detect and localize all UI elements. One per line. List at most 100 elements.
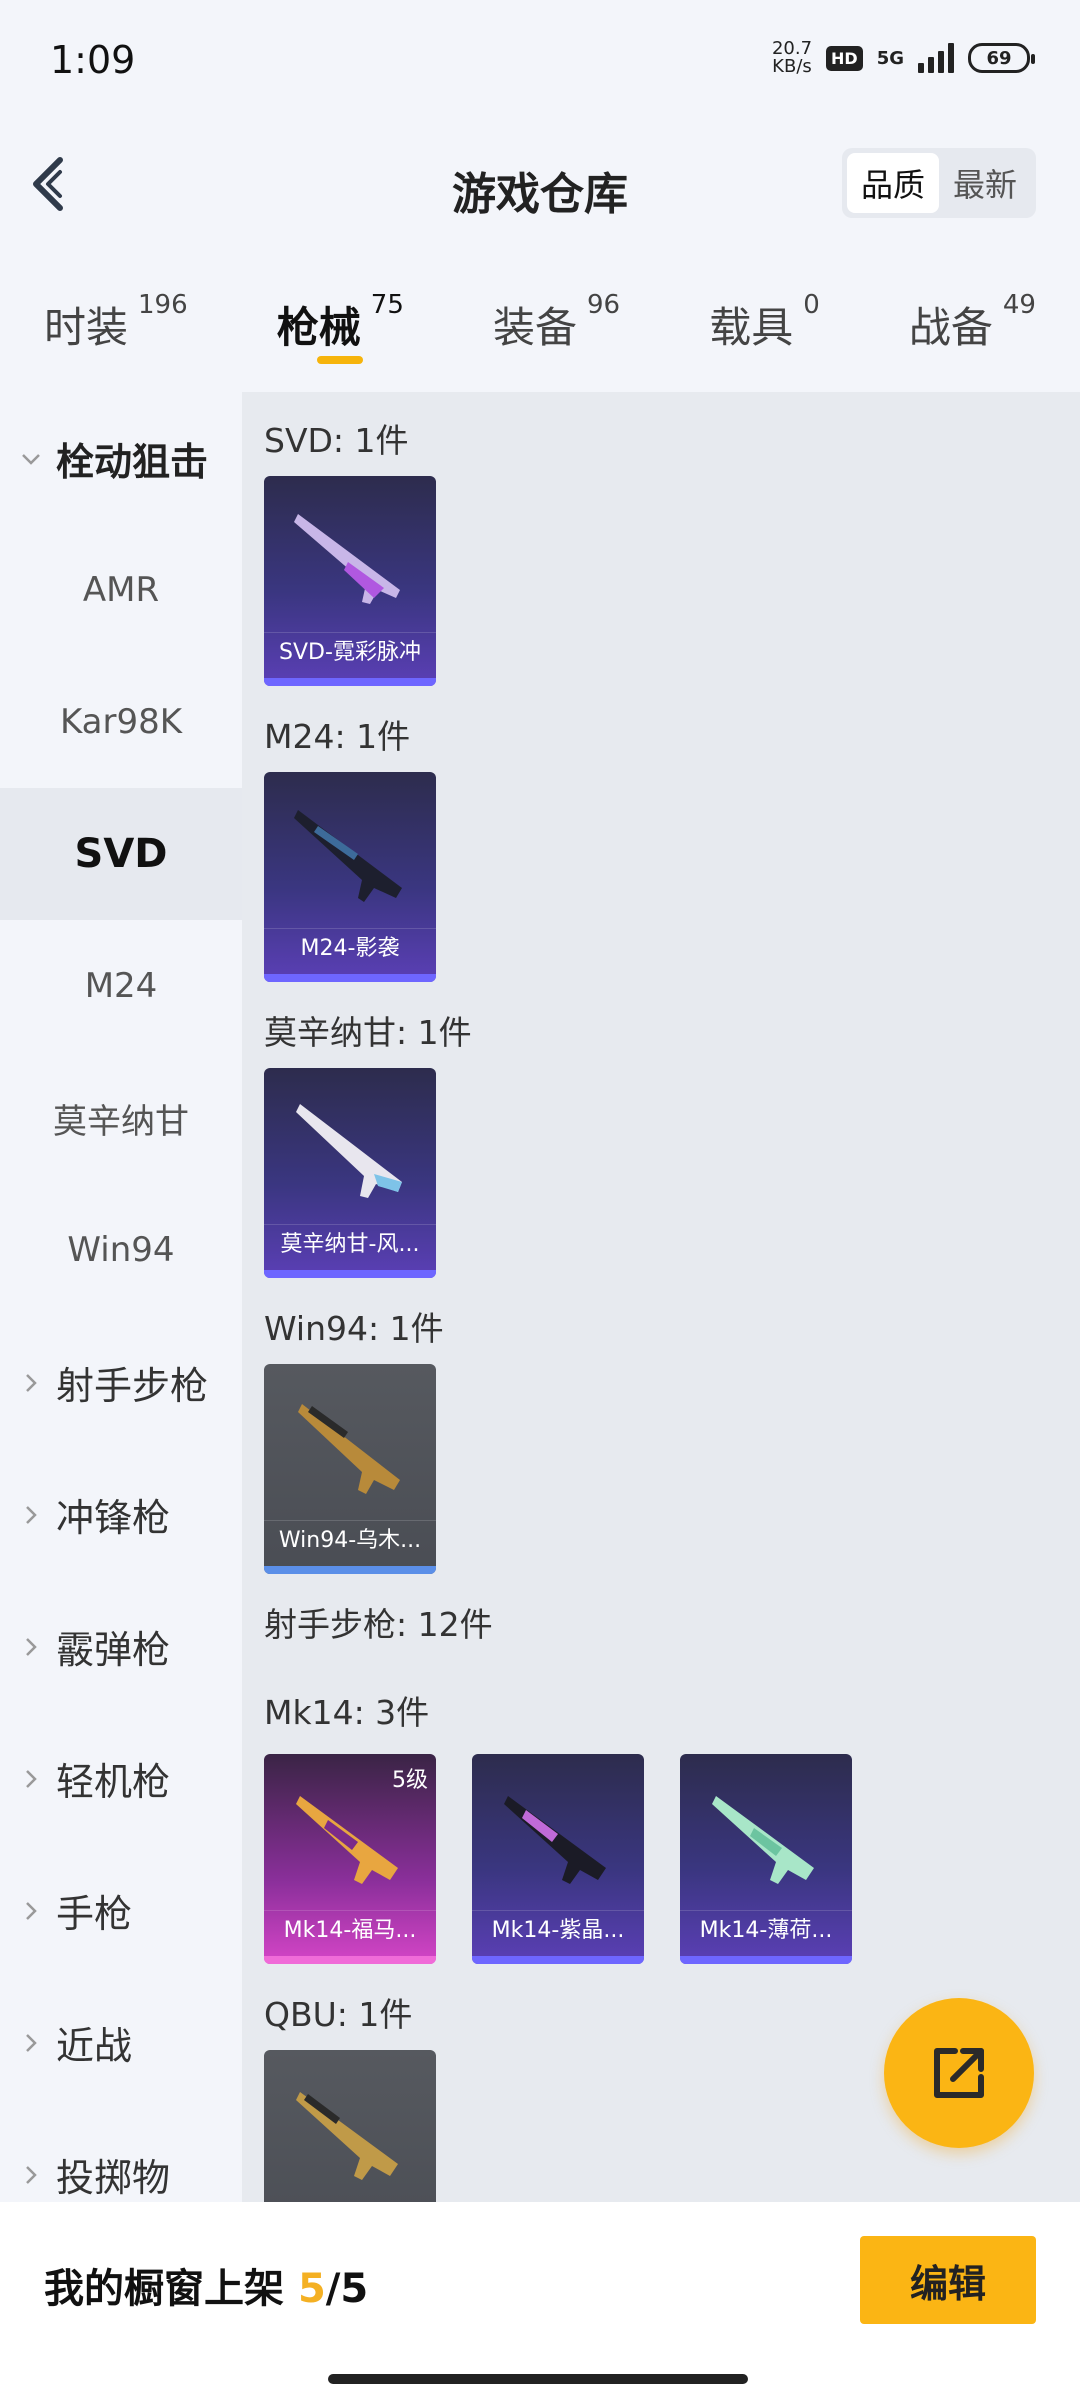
sidebar-item-amr[interactable]: AMR xyxy=(0,524,242,656)
sidebar-group-lmg[interactable]: 轻机枪 xyxy=(0,1712,242,1844)
rarity-bar xyxy=(264,974,436,982)
weapon-skin-name: Mk14-福马... xyxy=(264,1910,436,1950)
showcase-label: 我的橱窗上架 xyxy=(44,2266,284,2312)
weapon-skin-card[interactable]: Mk14-紫晶... xyxy=(472,1754,644,1964)
status-time: 1:09 xyxy=(50,38,136,82)
rifle-icon xyxy=(296,2092,398,2180)
rarity-bar xyxy=(264,1270,436,1278)
home-indicator[interactable] xyxy=(328,2374,748,2384)
hd-icon: HD xyxy=(826,45,863,71)
tab-count: 49 xyxy=(1002,290,1036,320)
sort-toggle: 品质 最新 xyxy=(842,148,1036,218)
sidebar-item-mosin[interactable]: 莫辛纳甘 xyxy=(0,1052,242,1184)
section-label: QBU: 1件 xyxy=(264,1995,413,2034)
sidebar-item-m24[interactable]: M24 xyxy=(0,920,242,1052)
sidebar-item-svd[interactable]: SVD xyxy=(0,788,242,920)
app-header: 游戏仓库 品质 最新 xyxy=(0,130,1080,240)
weapon-skin-name: Mk14-薄荷... xyxy=(680,1910,852,1950)
sidebar-group-label: 轻机枪 xyxy=(56,1759,171,1804)
status-bar: 1:09 20.7 KB/s HD 5G 69 xyxy=(0,0,1080,120)
chevron-right-icon xyxy=(26,1902,37,1920)
rarity-bar xyxy=(680,1956,852,1964)
tab-label: 装备 xyxy=(492,303,577,352)
tab-label: 载具 xyxy=(709,303,794,352)
tab-label: 枪械 xyxy=(276,303,361,352)
network-type: 5G xyxy=(876,47,904,69)
sort-option-latest[interactable]: 最新 xyxy=(939,153,1031,213)
sidebar-group-label: 栓动狙击 xyxy=(56,439,209,484)
weapon-skin-card[interactable] xyxy=(264,2050,436,2202)
sidebar-group-label: 射手步枪 xyxy=(56,1363,209,1408)
section-label: 莫辛纳甘: 1件 xyxy=(264,1013,472,1052)
sidebar-group-label: 冲锋枪 xyxy=(56,1495,171,1540)
weapon-skin-name: 莫辛纳甘-风... xyxy=(264,1224,436,1264)
sidebar-item-win94[interactable]: Win94 xyxy=(0,1184,242,1316)
section-label: SVD: 1件 xyxy=(264,421,409,460)
section-label: 射手步枪: 12件 xyxy=(264,1605,493,1644)
status-icons: 20.7 KB/s HD 5G 69 xyxy=(772,40,1035,77)
weapon-skin-name: SVD-霓彩脉冲 xyxy=(264,632,436,672)
weapon-skin-name: Mk14-紫晶... xyxy=(472,1910,644,1950)
rifle-icon xyxy=(294,810,402,902)
tab-count: 196 xyxy=(138,290,188,320)
sidebar-group-dmr[interactable]: 射手步枪 xyxy=(0,1316,242,1448)
showcase-status: 我的橱窗上架 5/5 xyxy=(44,2256,368,2314)
rifle-icon xyxy=(296,1796,398,1884)
category-tabs: 时装 196 枪械 75 装备 96 载具 0 战备 49 xyxy=(0,280,1080,380)
rifle-icon xyxy=(296,1104,402,1198)
signal-icon xyxy=(918,43,954,73)
weapon-category-sidebar: 栓动狙击 AMR Kar98K SVD M24 莫辛纳甘 Win94 射手步枪 … xyxy=(0,392,242,2202)
tab-equipment[interactable]: 装备 96 xyxy=(493,280,620,380)
rarity-bar xyxy=(264,1566,436,1574)
active-tab-indicator xyxy=(316,356,363,364)
rifle-icon xyxy=(294,514,400,604)
rifle-icon xyxy=(504,1796,606,1884)
showcase-current-count: 5 xyxy=(297,2266,326,2312)
tab-firearms[interactable]: 枪械 75 xyxy=(277,280,404,380)
share-button[interactable] xyxy=(884,1998,1034,2148)
section-label: M24: 1件 xyxy=(264,717,411,756)
weapon-skin-card[interactable]: 莫辛纳甘-风... xyxy=(264,1068,436,1278)
edit-button[interactable]: 编辑 xyxy=(860,2236,1036,2324)
tab-supplies[interactable]: 战备 49 xyxy=(909,280,1036,380)
chevron-down-icon xyxy=(22,454,40,465)
sidebar-group-label: 投掷物 xyxy=(56,2155,171,2200)
weapon-skin-card[interactable]: Mk14-薄荷... xyxy=(680,1754,852,1964)
chevron-right-icon xyxy=(26,1770,37,1788)
sidebar-group-pistol[interactable]: 手枪 xyxy=(0,1844,242,1976)
sidebar-group-melee[interactable]: 近战 xyxy=(0,1976,242,2108)
sidebar-group-label: 手枪 xyxy=(56,1891,133,1936)
sidebar-group-smg[interactable]: 冲锋枪 xyxy=(0,1448,242,1580)
chevron-right-icon xyxy=(26,1506,37,1524)
section-label: Win94: 1件 xyxy=(264,1309,444,1348)
rifle-icon xyxy=(712,1796,814,1884)
rifle-icon xyxy=(298,1404,400,1494)
tab-fashion[interactable]: 时装 196 xyxy=(44,280,188,380)
tab-vehicles[interactable]: 载具 0 xyxy=(709,280,820,380)
sidebar-group-bolt-action[interactable]: 栓动狙击 xyxy=(0,392,242,524)
weapon-skin-card[interactable]: Win94-乌木... xyxy=(264,1364,436,1574)
chevron-right-icon xyxy=(26,1638,37,1656)
rarity-bar xyxy=(264,678,436,686)
sidebar-group-shotgun[interactable]: 霰弹枪 xyxy=(0,1580,242,1712)
weapon-list: SVD: 1件 SVD-霓彩脉冲 M24: 1件 M24-影袭 莫辛纳甘: 1件 xyxy=(242,392,1080,2202)
sort-option-quality[interactable]: 品质 xyxy=(847,153,939,213)
weapon-skin-card[interactable]: M24-影袭 xyxy=(264,772,436,982)
chevron-right-icon xyxy=(26,2166,37,2184)
weapon-skin-card[interactable]: SVD-霓彩脉冲 xyxy=(264,476,436,686)
tab-count: 0 xyxy=(803,290,820,320)
tab-label: 战备 xyxy=(908,303,993,352)
rarity-bar xyxy=(264,1956,436,1964)
sidebar-group-label: 近战 xyxy=(56,2023,133,2068)
chevron-right-icon xyxy=(26,1374,37,1392)
battery-icon: 69 xyxy=(968,43,1035,73)
weapon-skin-card[interactable]: 5级 Mk14-福马... xyxy=(264,1754,436,1964)
tab-count: 96 xyxy=(587,290,621,320)
rarity-bar xyxy=(472,1956,644,1964)
weapon-skin-name: Win94-乌木... xyxy=(264,1520,436,1560)
section-label: Mk14: 3件 xyxy=(264,1693,430,1732)
net-speed-unit: KB/s xyxy=(772,56,812,77)
sidebar-group-label: 霰弹枪 xyxy=(56,1627,171,1672)
tab-label: 时装 xyxy=(44,303,129,352)
sidebar-item-kar98k[interactable]: Kar98K xyxy=(0,656,242,788)
